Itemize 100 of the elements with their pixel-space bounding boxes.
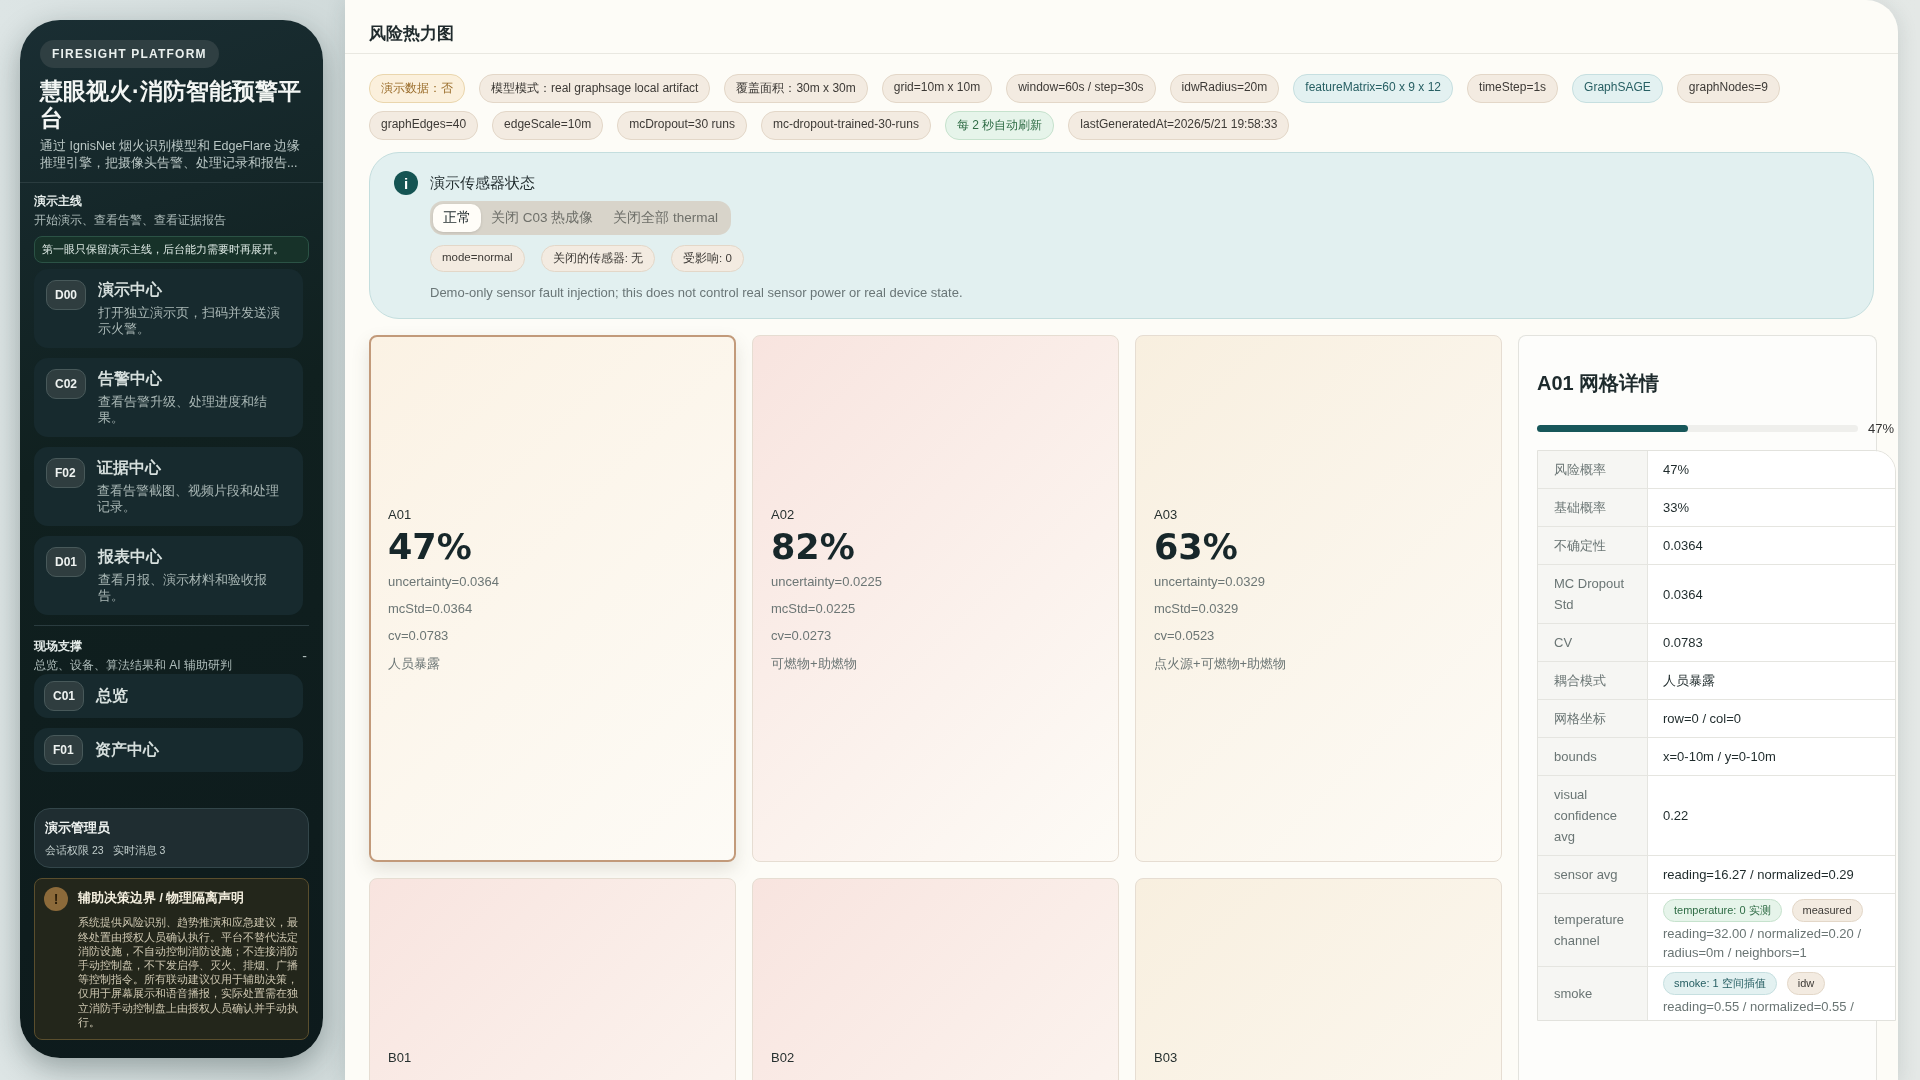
nav-label: 演示中心	[98, 280, 163, 300]
tag: mode=normal	[430, 245, 525, 272]
table-cell: 47%	[1648, 451, 1895, 488]
detail-title: A01 网格详情	[1537, 371, 1661, 396]
coupling-mode: 点火源+可燃物+助燃物	[1154, 655, 1287, 673]
tag: 模型模式：real graphsage local artifact	[479, 74, 711, 103]
table-cell: smoke	[1538, 967, 1648, 1020]
metric-text: mcStd=0.0364	[388, 601, 473, 616]
tag: idwRadius=20m	[1169, 74, 1280, 103]
section-title: 演示主线	[34, 193, 83, 210]
grid-cell-card[interactable]: A03 63% uncertainty=0.0329 mcStd=0.0329 cv=0.0523 点火源+可燃物+助燃物	[1135, 335, 1502, 862]
grid-cell-card[interactable]: B02	[752, 878, 1119, 1080]
table-cell: reading=16.27 / normalized=0.29	[1648, 856, 1895, 893]
metric-text: cv=0.0523	[1154, 628, 1215, 643]
risk-percent: 82%	[771, 527, 855, 567]
cell-label: A02	[771, 507, 795, 522]
channel-text: reading=0.55 / normalized=0.55 /	[1663, 998, 1854, 1016]
user-stat: 会话权限 23	[45, 844, 104, 859]
code-badge: F01	[44, 735, 83, 765]
tag: temperature: 0 实测	[1663, 899, 1782, 922]
nav-description: 查看月报、演示材料和验收报告。	[98, 572, 268, 604]
nav-item[interactable]: C01 总览	[34, 674, 303, 718]
nav-description: 打开独立演示页，扫码并发送演示火警。	[98, 305, 281, 337]
platform-badge: FIRESIGHT PLATFORM	[40, 40, 219, 68]
nav-label: 报表中心	[98, 547, 163, 567]
code-badge: C01	[44, 681, 84, 711]
mode-option[interactable]: 关闭全部 thermal	[603, 204, 729, 232]
user-card[interactable]: 演示管理员 会话权限 23 实时消息 3	[34, 808, 309, 869]
user-name: 演示管理员	[45, 819, 111, 838]
table-cell: row=0 / col=0	[1648, 700, 1895, 737]
nav-label: 证据中心	[96, 458, 162, 478]
table-cell: 风险概率	[1538, 451, 1648, 488]
grid-cell-card[interactable]: B03	[1135, 878, 1502, 1080]
coupling-mode: 人员暴露	[388, 655, 440, 673]
tag: 演示数据：否	[369, 74, 465, 103]
table-cell: visual confidence avg	[1538, 776, 1648, 855]
tag: 每 2 秒自动刷新	[944, 111, 1055, 140]
table-cell: 不确定性	[1538, 527, 1648, 564]
nav-description: 查看告警截图、视频片段和处理记录。	[96, 483, 280, 515]
tag: 受影响: 0	[671, 245, 744, 272]
grid-cell-card[interactable]: A02 82% uncertainty=0.0225 mcStd=0.0225 cv=0.0273 可燃物+助燃物	[752, 335, 1119, 862]
section-subtitle: 开始演示、查看告警、查看证据报告	[34, 212, 226, 229]
coupling-mode: 可燃物+助燃物	[771, 655, 857, 673]
cell-label: A01	[388, 507, 412, 522]
channel-text: reading=32.00 / normalized=0.20 / radius=0m / neighbors=1	[1663, 925, 1863, 962]
table-cell: 基础概率	[1538, 489, 1648, 526]
table-cell: 0.22	[1648, 776, 1895, 855]
table-cell: x=0-10m / y=0-10m	[1648, 738, 1895, 775]
metric-text: mcStd=0.0225	[771, 601, 856, 616]
cell-label: B01	[388, 1050, 412, 1065]
nav-label: 资产中心	[94, 739, 159, 760]
nav-item[interactable]: D01 报表中心 查看月报、演示材料和验收报告。	[34, 536, 303, 615]
code-badge: F02	[46, 458, 85, 488]
info-icon: i	[394, 171, 418, 195]
tag: graphNodes=9	[1676, 74, 1780, 103]
tag: mc-dropout-trained-30-runs	[760, 111, 931, 140]
sensor-note: Demo-only sensor fault injection; this does not control real sensor power or real device state.	[430, 285, 964, 300]
tag: idw	[1786, 972, 1826, 995]
table-cell: 33%	[1648, 489, 1895, 526]
nav-item[interactable]: F02 证据中心 查看告警截图、视频片段和处理记录。	[34, 447, 303, 526]
metric-text: uncertainty=0.0364	[388, 574, 499, 589]
table-cell: temperature channel	[1538, 894, 1648, 966]
panel-title: 演示传感器状态	[430, 173, 535, 193]
code-badge: C02	[46, 369, 86, 399]
table-cell: 网格坐标	[1538, 700, 1648, 737]
section-subtitle: 总览、设备、算法结果和 AI 辅助研判	[34, 657, 232, 674]
tag: 关闭的传感器: 无	[540, 245, 656, 272]
code-badge: D00	[46, 280, 86, 310]
table-cell: 0.0364	[1648, 527, 1895, 564]
mode-option[interactable]: 关闭 C03 热成像	[481, 204, 604, 232]
collapse-toggle[interactable]: -	[300, 648, 309, 664]
metric-text: mcStd=0.0329	[1154, 601, 1239, 616]
notice-title: 辅助决策边界 / 物理隔离声明	[78, 890, 246, 908]
tag: edgeScale=10m	[492, 111, 604, 140]
cell-label: B02	[771, 1050, 795, 1065]
notice-text: 系统提供风险识别、趋势推演和应急建议，最终处置由授权人员确认执行。平台不替代法定消防设施，不自动控制消防设施；不连接消防手动控制盘，不下发启停、灭火、排烟、广播等控制指令。所有联动建议仅用于辅助决策，仅用于屏幕展示和语音播报，实际处置需在独立消防手动控制盘上由授权人员确认并手动执行。	[78, 915, 298, 1029]
tag: lastGeneratedAt=2026/5/21 19:58:33	[1068, 111, 1290, 140]
nav-item[interactable]: D00 演示中心 打开独立演示页，扫码并发送演示火警。	[34, 269, 303, 348]
table-cell: MC Dropout Std	[1538, 565, 1648, 623]
tag: smoke: 1 空间插值	[1663, 972, 1777, 995]
tag: 覆盖面积：30m x 30m	[724, 74, 868, 103]
table-cell: 0.0783	[1648, 624, 1895, 661]
table-cell: CV	[1538, 624, 1648, 661]
tag: GraphSAGE	[1572, 74, 1663, 103]
metric-text: cv=0.0783	[388, 628, 449, 643]
grid-cell-card[interactable]: B01	[369, 878, 736, 1080]
nav-item[interactable]: C02 告警中心 查看告警升级、处理进度和结果。	[34, 358, 303, 437]
table-cell: sensor avg	[1538, 856, 1648, 893]
tag: featureMatrix=60 x 9 x 12	[1293, 74, 1454, 103]
metric-text: cv=0.0273	[771, 628, 832, 643]
tag: timeStep=1s	[1467, 74, 1559, 103]
app-description: 通过 IgnisNet 烟火识别模型和 EdgeFlare 边缘推理引擎，把摄像头告警、处理记录和报告...	[40, 138, 302, 172]
grid-cell-card[interactable]: A01 47% uncertainty=0.0364 mcStd=0.0364 cv=0.0783 人员暴露	[369, 335, 736, 862]
risk-percent: 63%	[1154, 527, 1238, 567]
nav-item[interactable]: F01 资产中心	[34, 728, 303, 772]
mode-option[interactable]: 正常	[433, 204, 481, 232]
tag: window=60s / step=30s	[1006, 74, 1156, 103]
tag: graphEdges=40	[369, 111, 479, 140]
risk-percent: 47%	[388, 527, 472, 567]
table-cell: bounds	[1538, 738, 1648, 775]
